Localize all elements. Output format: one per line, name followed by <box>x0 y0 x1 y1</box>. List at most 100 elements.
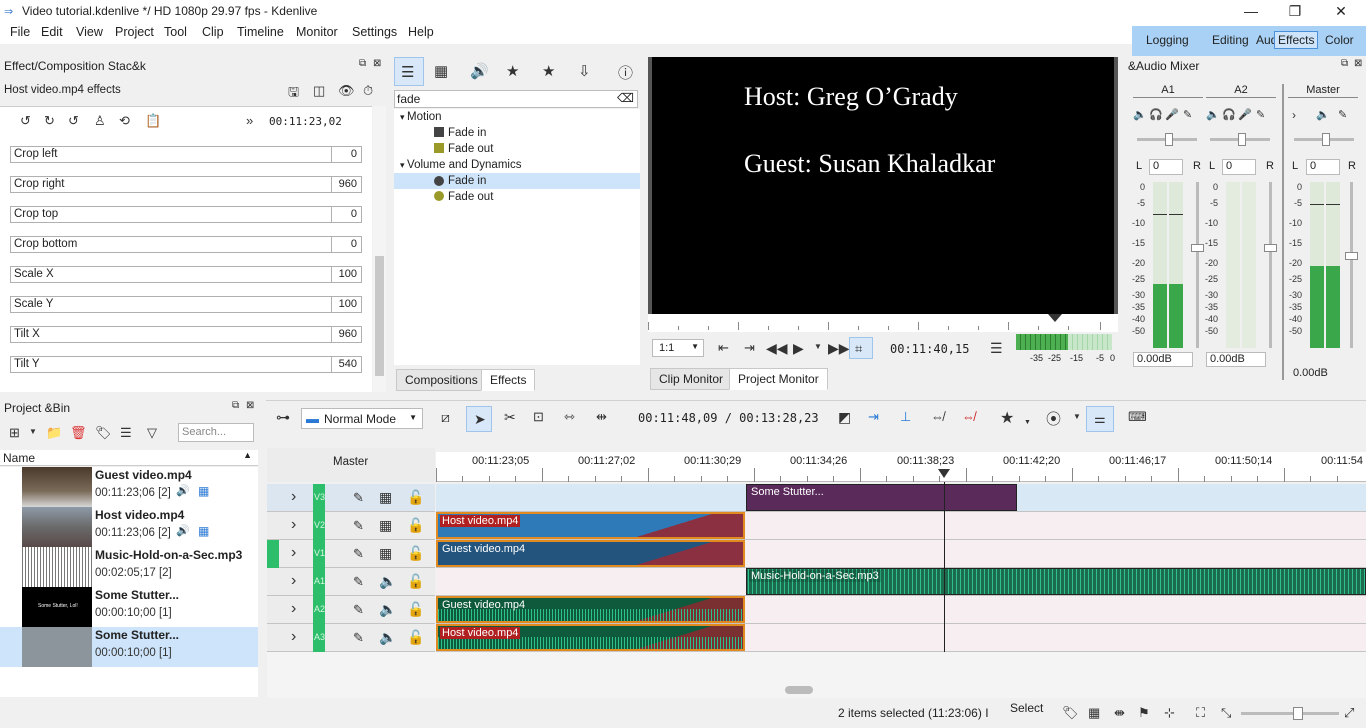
monitor-ruler[interactable] <box>648 314 1118 332</box>
tag-icon[interactable]: 🏷 <box>95 425 112 441</box>
download-icon[interactable]: ⇩ <box>578 62 591 80</box>
effects-icon[interactable]: ✎ <box>353 518 364 534</box>
favorite-menu-icon[interactable]: ▼ <box>1024 419 1031 426</box>
tree-item-audio-fade-in[interactable]: Fade in <box>394 173 640 189</box>
pan-value[interactable]: 0 <box>1149 159 1183 175</box>
audio-effects-icon[interactable]: 🔊 <box>470 62 489 80</box>
crop-toggle-button[interactable]: ⌗ <box>849 337 873 359</box>
menu-tool[interactable]: Tool <box>164 25 187 39</box>
set-zone-out-icon[interactable]: ⇥ <box>744 340 755 356</box>
tree-item-fade-in[interactable]: Fade in <box>434 125 634 141</box>
float-icon[interactable]: ⧉ <box>359 58 366 69</box>
favorites-icon[interactable]: ★ <box>542 62 555 80</box>
track-lane-a1[interactable]: Music-Hold-on-a-Sec.mp3 <box>436 568 1366 596</box>
tab-compositions[interactable]: Compositions <box>396 369 487 391</box>
slip-icon[interactable]: ⇿ <box>564 409 575 425</box>
zoom-select[interactable]: 1:1 ▼ <box>652 339 704 357</box>
clip-host-video-v2[interactable]: Host video.mp4 <box>436 512 745 539</box>
mute-track-icon[interactable]: 🔈 <box>379 601 396 618</box>
volume-db-value[interactable]: 0.00dB <box>1290 367 1346 382</box>
track-lane-v3[interactable]: Some Stutter... <box>436 484 1366 512</box>
menu-settings[interactable]: Settings <box>352 25 397 39</box>
param-crop-bottom[interactable]: Crop bottom 0 <box>10 236 362 253</box>
menu-help[interactable]: Help <box>408 25 434 39</box>
lock-icon[interactable]: 🔓 <box>407 629 424 646</box>
pan-slider[interactable] <box>1210 133 1270 146</box>
audio-thumbnails-icon[interactable]: ⇼ <box>1114 705 1125 721</box>
mic-icon[interactable]: 🎤 <box>1165 108 1179 121</box>
edit-mode-select[interactable]: ▬ Normal Mode ▼ <box>301 408 423 429</box>
track-lane-a3[interactable]: Host video.mp4 <box>436 624 1366 652</box>
clip-guest-audio-a2[interactable]: Guest video.mp4 <box>436 596 745 623</box>
tree-group-motion[interactable]: ▾ Motion <box>400 109 640 125</box>
custom-effects-icon[interactable]: ★ <box>506 62 519 80</box>
clip-host-audio-a3[interactable]: Host video.mp4 <box>436 624 745 651</box>
headphones-icon[interactable]: 🎧 <box>1149 108 1163 121</box>
bin-item-stutter-1[interactable]: Some Stutter, Lol! Some Stutter... 00:00… <box>0 587 258 627</box>
lock-icon[interactable]: 🔓 <box>407 601 424 618</box>
hide-track-icon[interactable]: ▦ <box>379 489 392 506</box>
video-icon[interactable]: ▦ <box>198 484 209 498</box>
master-label[interactable]: Master <box>333 456 368 468</box>
param-scale-y[interactable]: Scale Y 100 <box>10 296 362 313</box>
menu-edit[interactable]: Edit <box>41 25 63 39</box>
mute-icon[interactable]: 🔈 <box>1133 108 1147 121</box>
bin-column-header[interactable]: Name ▲ <box>0 450 258 466</box>
monitor-playhead[interactable] <box>1048 314 1062 322</box>
effects-icon[interactable]: ✎ <box>353 574 364 590</box>
view-options-icon[interactable]: ☰ <box>120 425 132 441</box>
set-zone-in-icon[interactable]: ⇤ <box>718 340 729 356</box>
zoom-slider[interactable] <box>1241 707 1339 720</box>
bin-search-input[interactable]: Search... <box>178 423 254 442</box>
pan-slider[interactable] <box>1294 133 1354 146</box>
timeline-ruler[interactable]: 00:11:23;05 00:11:27;02 00:11:30;29 00:1… <box>436 452 1366 482</box>
keyframe-next-icon[interactable]: ↻ <box>44 113 55 129</box>
clip-music[interactable]: Music-Hold-on-a-Sec.mp3 <box>746 568 1366 595</box>
menu-monitor[interactable]: Monitor <box>296 25 338 39</box>
bin-item-guest-video[interactable]: Guest video.mp4 00:11:23;06 [2] 🔊 ▦ <box>0 467 258 507</box>
effects-search-input[interactable]: fade ⌫ <box>394 90 638 108</box>
expand-track-icon[interactable]: › <box>291 628 296 646</box>
extract-icon[interactable]: ⇎ <box>931 409 944 424</box>
effects-icon[interactable]: ✎ <box>353 546 364 562</box>
hide-track-icon[interactable]: ▦ <box>379 517 392 534</box>
pan-slider[interactable] <box>1137 133 1197 146</box>
timer-icon[interactable]: ⏱ <box>363 83 373 99</box>
forward-icon[interactable]: » <box>246 113 253 128</box>
razor-icon[interactable]: ✂ <box>504 409 516 426</box>
close-dock-icon[interactable]: ⊠ <box>373 58 381 69</box>
play-icon[interactable]: ▶ <box>793 340 804 357</box>
float-icon[interactable]: ⧉ <box>232 400 239 411</box>
keyframe-clipboard-icon[interactable]: 📋 <box>145 113 161 129</box>
clear-search-icon[interactable]: ⌫ <box>617 91 634 105</box>
expand-track-icon[interactable]: › <box>291 516 296 534</box>
param-crop-top[interactable]: Crop top 0 <box>10 206 362 223</box>
expand-track-icon[interactable]: › <box>291 572 296 590</box>
keyframe-prev-icon[interactable]: ↺ <box>20 113 31 129</box>
menu-file[interactable]: File <box>10 25 30 39</box>
clip-guest-video-v1[interactable]: Guest video.mp4 <box>436 540 745 567</box>
menu-project[interactable]: Project <box>115 25 154 39</box>
menu-view[interactable]: View <box>76 25 103 39</box>
tab-project-monitor[interactable]: Project Monitor <box>729 368 828 390</box>
project-monitor-view[interactable]: Host: Greg O’Grady Guest: Susan Khaladka… <box>648 57 1118 314</box>
lift-icon[interactable]: ⇎ <box>962 409 975 424</box>
volume-db-value[interactable]: 0.00dB <box>1206 352 1266 367</box>
mute-track-icon[interactable]: 🔈 <box>379 629 396 646</box>
expand-track-icon[interactable]: › <box>291 600 296 618</box>
ripple-icon[interactable]: ⇹ <box>596 409 607 425</box>
expand-icon[interactable]: › <box>1292 108 1296 122</box>
volume-fader[interactable] <box>1345 182 1358 348</box>
lock-icon[interactable]: 🔓 <box>407 489 424 506</box>
layout-color[interactable]: Color <box>1325 33 1354 47</box>
video-effects-icon[interactable]: ▦ <box>434 62 448 80</box>
timeline-playhead-handle[interactable] <box>938 469 950 478</box>
param-tilt-x[interactable]: Tilt X 960 <box>10 326 362 343</box>
tag-icon[interactable]: 🏷 <box>1062 705 1079 721</box>
effect-stack-scrollbar[interactable] <box>373 106 386 392</box>
filter-icon[interactable]: ▽ <box>147 425 157 441</box>
mixer-toggle-button[interactable]: ⚌ <box>1086 406 1114 432</box>
expand-track-icon[interactable]: › <box>291 544 296 562</box>
monitor-timecode[interactable]: 00:11:40,15 <box>890 342 969 356</box>
tree-group-volume[interactable]: ▾ Volume and Dynamics <box>400 157 640 173</box>
